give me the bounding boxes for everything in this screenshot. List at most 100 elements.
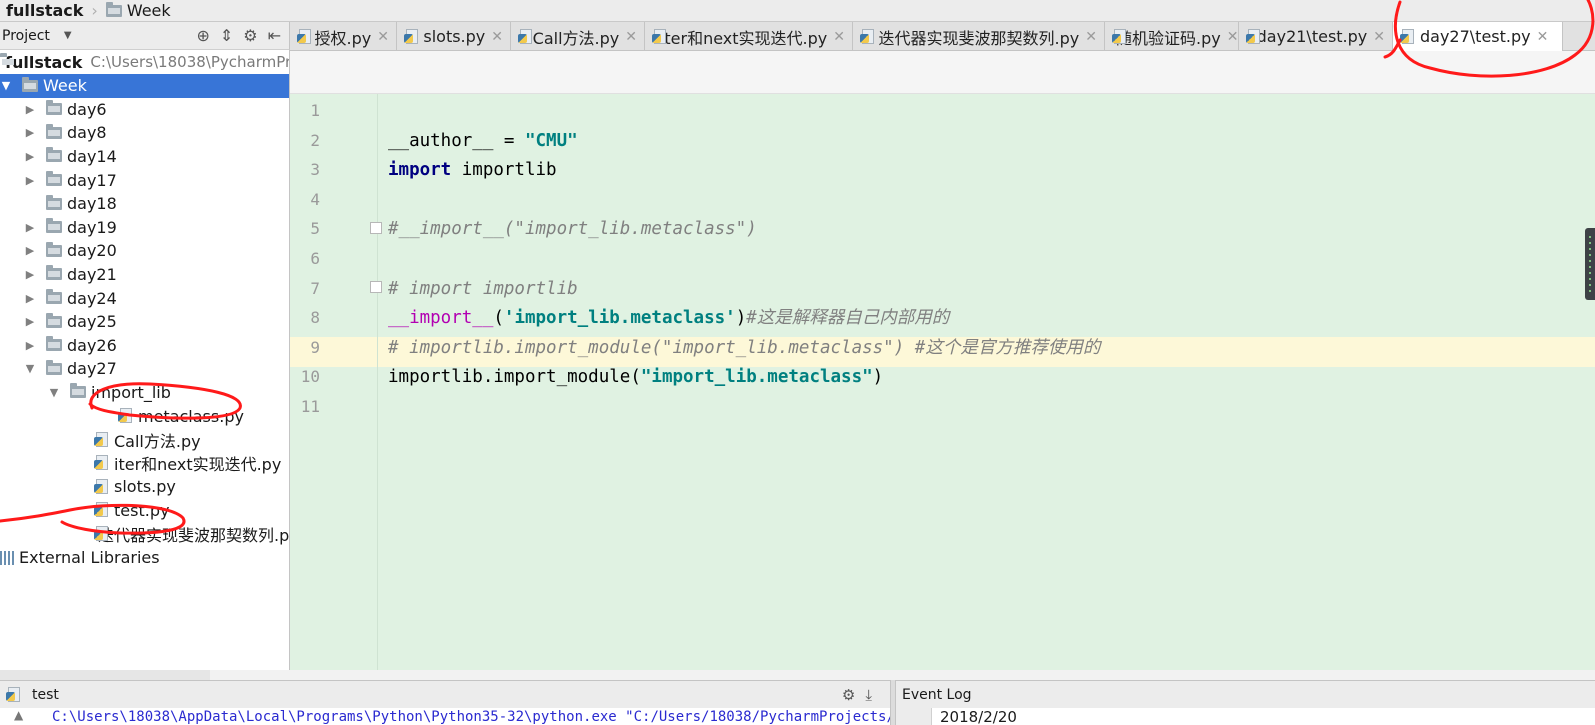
tree-item[interactable]: ▼ Week: [0, 73, 289, 98]
scroll-from-source-icon[interactable]: ⊕: [196, 26, 209, 45]
tree-item-label: day20: [67, 241, 117, 261]
editor-tab[interactable]: day21\test.py ✕: [1239, 22, 1393, 51]
breadcrumb-separator: ›: [91, 1, 98, 20]
python-file-icon: [860, 28, 875, 45]
breadcrumb: fullstack › Week: [0, 0, 1595, 22]
minimize-icon[interactable]: ⤓: [865, 686, 872, 704]
editor-tab-label: Call方法.py: [532, 28, 620, 48]
folder-icon: [105, 1, 122, 17]
tree-item[interactable]: ▼ day27: [0, 357, 289, 381]
code-line[interactable]: #__import__("import_lib.metaclass"): [388, 214, 757, 244]
python-file-icon: [94, 478, 110, 495]
gutter-divider: [377, 94, 378, 670]
tree-item[interactable]: test.py: [0, 498, 289, 522]
line-number: 3: [310, 160, 320, 180]
code-line[interactable]: # import importlib: [388, 274, 578, 304]
gear-icon[interactable]: ⚙: [243, 26, 257, 45]
tree-item-label: day6: [67, 99, 107, 119]
code-token: ): [872, 367, 884, 388]
expanded-arrow-icon[interactable]: ▼: [0, 79, 12, 92]
editor-header-area: [290, 51, 1595, 94]
collapsed-arrow-icon[interactable]: ▶: [24, 268, 36, 281]
tree-item[interactable]: ▶ day14: [0, 144, 289, 168]
expanded-arrow-icon[interactable]: ▼: [48, 386, 60, 399]
code-line[interactable]: importlib.import_module("import_lib.meta…: [388, 362, 883, 392]
folder-icon: [46, 359, 62, 375]
collapsed-arrow-icon[interactable]: ▶: [24, 150, 36, 163]
collapsed-arrow-icon[interactable]: ▶: [24, 174, 36, 187]
fold-marker-icon[interactable]: [370, 281, 382, 293]
tree-item-label: day17: [67, 170, 117, 190]
tree-item[interactable]: ▶ day20: [0, 239, 289, 263]
collapsed-arrow-icon[interactable]: ▶: [24, 244, 36, 257]
tree-item[interactable]: ▶ day25: [0, 310, 289, 334]
code-token: =: [493, 130, 525, 151]
editor-tab[interactable]: iter和next实现迭代.py ✕: [645, 22, 853, 51]
close-icon[interactable]: ✕: [1085, 29, 1097, 45]
collapsed-arrow-icon[interactable]: ▶: [24, 221, 36, 234]
hide-panel-icon[interactable]: ⇤: [268, 26, 281, 45]
code-line[interactable]: __author__ = "CMU": [388, 126, 578, 156]
editor-tab[interactable]: 迭代器实现斐波那契数列.py ✕: [853, 22, 1105, 51]
fold-marker-icon[interactable]: [370, 222, 382, 234]
code-line[interactable]: # importlib.import_module("import_lib.me…: [388, 333, 1100, 363]
tree-item[interactable]: ▶ day6: [0, 97, 289, 121]
tree-item[interactable]: ▶ day19: [0, 215, 289, 239]
collapsed-arrow-icon[interactable]: ▶: [24, 339, 36, 352]
tree-item[interactable]: ▶ day8: [0, 121, 289, 145]
python-file-icon: [1246, 28, 1260, 45]
close-icon[interactable]: ✕: [491, 29, 503, 45]
collapsed-arrow-icon[interactable]: ▶: [24, 315, 36, 328]
expanded-arrow-icon[interactable]: ▼: [24, 362, 36, 375]
tree-item[interactable]: ▶ day17: [0, 168, 289, 192]
collapsed-arrow-icon[interactable]: ▶: [24, 292, 36, 305]
tree-item[interactable]: ▶ day26: [0, 333, 289, 357]
code-line[interactable]: __import__('import_lib.metaclass')#这是解释器…: [388, 303, 949, 333]
editor-tab[interactable]: 授权.py ✕: [290, 22, 397, 51]
editor-tab-label: slots.py: [423, 27, 486, 46]
project-view-selector[interactable]: Project ▼: [0, 28, 100, 44]
tree-item[interactable]: metaclass.py: [0, 404, 289, 428]
folder-icon: [46, 100, 62, 116]
collapsed-arrow-icon[interactable]: ▶: [24, 103, 36, 116]
tree-item-label: day21: [67, 264, 117, 284]
close-icon[interactable]: ✕: [1373, 29, 1385, 45]
editor-tab[interactable]: day27\test.py ✕: [1393, 22, 1563, 52]
tree-item[interactable]: slots.py: [0, 475, 289, 499]
horizontal-scrollbar[interactable]: [0, 670, 210, 680]
scrollbar-marker[interactable]: [1585, 228, 1595, 300]
close-icon[interactable]: ✕: [1537, 29, 1549, 45]
tree-item[interactable]: fullstack C:\Users\18038\PycharmPro: [0, 50, 289, 74]
tree-item[interactable]: ▼ import_lib: [0, 380, 289, 404]
close-icon[interactable]: ✕: [377, 29, 389, 45]
run-output[interactable]: ▲ C:\Users\18038\AppData\Local\Programs\…: [0, 708, 890, 725]
tree-item[interactable]: iter和next实现迭代.py: [0, 451, 289, 475]
close-icon[interactable]: ✕: [833, 29, 845, 45]
folder-icon: [46, 241, 62, 257]
python-file-icon: [94, 431, 110, 448]
breadcrumb-folder[interactable]: Week: [100, 0, 177, 22]
run-panel-title: test: [32, 686, 59, 703]
close-icon[interactable]: ✕: [1227, 29, 1239, 45]
collapse-all-icon[interactable]: ⇕: [220, 26, 233, 45]
tree-item-label: slots.py: [114, 477, 176, 497]
tree-item-label: day27: [67, 359, 117, 379]
collapsed-arrow-icon[interactable]: ▶: [24, 126, 36, 139]
tree-item[interactable]: Call方法.py: [0, 428, 289, 452]
tree-item-label: day8: [67, 123, 107, 143]
tree-item[interactable]: ▶ day21: [0, 262, 289, 286]
tree-item[interactable]: 迭代器实现斐波那契数列.py: [0, 522, 289, 546]
editor-tab[interactable]: Call方法.py ✕: [511, 22, 645, 51]
close-icon[interactable]: ✕: [625, 29, 637, 45]
editor-tab[interactable]: slots.py ✕: [397, 22, 511, 51]
tree-item[interactable]: ▶ day24: [0, 286, 289, 310]
tree-item[interactable]: day18: [0, 192, 289, 216]
tree-item[interactable]: External Libraries: [0, 546, 289, 570]
folder-icon: [46, 123, 62, 139]
editor-tab[interactable]: 随机验证码.py ✕: [1105, 22, 1239, 51]
code-line[interactable]: import importlib: [388, 155, 557, 185]
folder-icon: [46, 336, 62, 352]
arrow-up-icon[interactable]: ▲: [14, 708, 23, 722]
gear-icon[interactable]: ⚙: [842, 686, 855, 704]
breadcrumb-root[interactable]: fullstack: [0, 0, 89, 22]
